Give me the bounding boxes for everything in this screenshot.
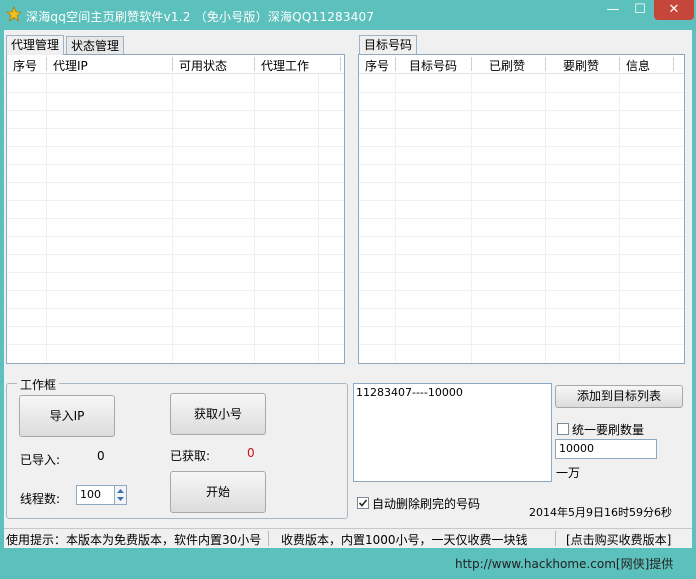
column-separator[interactable] (172, 57, 173, 71)
window-title: 深海qq空间主页刷赞软件v1.2 （免小号版）深海QQ11283407 (26, 10, 375, 24)
threads-label: 线程数: (20, 492, 61, 506)
maximize-button[interactable]: ☐ (627, 0, 653, 20)
app-logo-icon (6, 6, 22, 22)
client-area: 代理管理 状态管理 序号 代理IP 可用状态 代理工作 目标号码 序号 目标号码… (4, 30, 692, 545)
column-separator[interactable] (619, 57, 620, 71)
imported-count: 0 (97, 449, 105, 463)
grid-line (7, 128, 344, 129)
auto-delete-checkbox[interactable] (357, 497, 369, 509)
grid-line (359, 218, 684, 219)
grid-line (359, 308, 684, 309)
status-tip: 使用提示：本版本为免费版本，软件内置30小号 (6, 533, 262, 547)
grid-line (359, 272, 684, 273)
grid-line (359, 92, 684, 93)
status-paid-info: 收费版本，内置1000小号，一天仅收费一块钱 (281, 533, 528, 547)
proxy-list-header: 序号 代理IP 可用状态 代理工作 (7, 55, 344, 74)
grid-line (359, 200, 684, 201)
status-separator (555, 531, 556, 546)
col-liked[interactable]: 已刷赞 (489, 57, 525, 74)
grid-line (359, 326, 684, 327)
workbox-title: 工作框 (17, 376, 60, 393)
grid-line (7, 218, 344, 219)
title-bar[interactable]: 深海qq空间主页刷赞软件v1.2 （免小号版）深海QQ11283407 — ☐ … (0, 0, 696, 30)
grid-line (359, 182, 684, 183)
add-to-target-list-button[interactable]: 添加到目标列表 (555, 385, 683, 408)
col-to-like[interactable]: 要刷赞 (563, 57, 599, 74)
col-proxy-work[interactable]: 代理工作 (261, 57, 309, 74)
grid-line (359, 254, 684, 255)
threads-input[interactable]: 100 (76, 485, 114, 505)
app-window: 深海qq空间主页刷赞软件v1.2 （免小号版）深海QQ11283407 — ☐ … (0, 0, 696, 579)
column-separator[interactable] (254, 57, 255, 71)
grid-line (359, 128, 684, 129)
grid-line (359, 110, 684, 111)
proxy-list[interactable]: 序号 代理IP 可用状态 代理工作 (6, 54, 345, 364)
grid-line (7, 236, 344, 237)
watermark-text: http://www.hackhome.com[网侠]提供 (455, 557, 674, 571)
status-separator (268, 531, 269, 546)
column-separator[interactable] (471, 57, 472, 71)
auto-delete-label[interactable]: 自动删除刷完的号码 (372, 495, 480, 512)
spin-arrows-icon (117, 489, 124, 501)
col-proxy-ip[interactable]: 代理IP (53, 57, 88, 74)
import-ip-button[interactable]: 导入IP (19, 395, 115, 437)
grid-line (359, 344, 684, 345)
column-separator[interactable] (395, 57, 396, 71)
tab-target-numbers[interactable]: 目标号码 (359, 35, 418, 55)
amount-unit-text: 一万 (556, 466, 581, 480)
col-target-number[interactable]: 目标号码 (409, 57, 457, 74)
grid-line (7, 344, 344, 345)
grid-line (359, 290, 684, 291)
col-index[interactable]: 序号 (13, 57, 37, 74)
column-separator[interactable] (673, 57, 674, 71)
grid-line (7, 290, 344, 291)
col-info[interactable]: 信息 (626, 57, 650, 74)
col-availability[interactable]: 可用状态 (179, 57, 227, 74)
checkmark-icon (358, 499, 368, 507)
get-account-button[interactable]: 获取小号 (170, 393, 266, 435)
target-list-header: 序号 目标号码 已刷赞 要刷赞 信息 (359, 55, 684, 74)
grid-line (7, 182, 344, 183)
grid-line (7, 254, 344, 255)
target-numbers-textarea[interactable]: 11283407----10000 (353, 383, 552, 482)
buy-paid-version-link[interactable]: [点击购买收费版本] (566, 531, 671, 548)
grid-line (359, 164, 684, 165)
unify-amount-checkbox[interactable] (557, 423, 569, 435)
col-index[interactable]: 序号 (365, 57, 389, 74)
tab-proxy-management[interactable]: 代理管理 (6, 35, 65, 55)
datetime-display: 2014年5月9日16时59分6秒 (529, 506, 672, 519)
minimize-button[interactable]: — (600, 0, 626, 20)
column-separator[interactable] (46, 57, 47, 71)
start-button[interactable]: 开始 (170, 471, 266, 513)
amount-input[interactable]: 10000 (555, 439, 657, 459)
grid-line (7, 308, 344, 309)
column-separator[interactable] (545, 57, 546, 71)
grid-line (359, 146, 684, 147)
grid-line (7, 110, 344, 111)
obtained-label: 已获取: (170, 449, 211, 463)
unify-amount-label[interactable]: 统一要刷数量 (572, 421, 644, 438)
grid-line (7, 92, 344, 93)
grid-line (7, 200, 344, 201)
column-separator[interactable] (340, 57, 341, 71)
grid-line (7, 146, 344, 147)
threads-spinner[interactable] (114, 485, 127, 505)
grid-line (359, 236, 684, 237)
target-list[interactable]: 序号 目标号码 已刷赞 要刷赞 信息 (358, 54, 685, 364)
status-bar: 使用提示：本版本为免费版本，软件内置30小号 收费版本，内置1000小号，一天仅… (4, 528, 692, 548)
tab-status-management[interactable]: 状态管理 (66, 36, 125, 54)
grid-line (7, 164, 344, 165)
close-button[interactable]: ✕ (654, 0, 694, 20)
obtained-count: 0 (247, 446, 255, 460)
grid-line (7, 326, 344, 327)
imported-label: 已导入: (20, 453, 61, 467)
grid-line (7, 272, 344, 273)
